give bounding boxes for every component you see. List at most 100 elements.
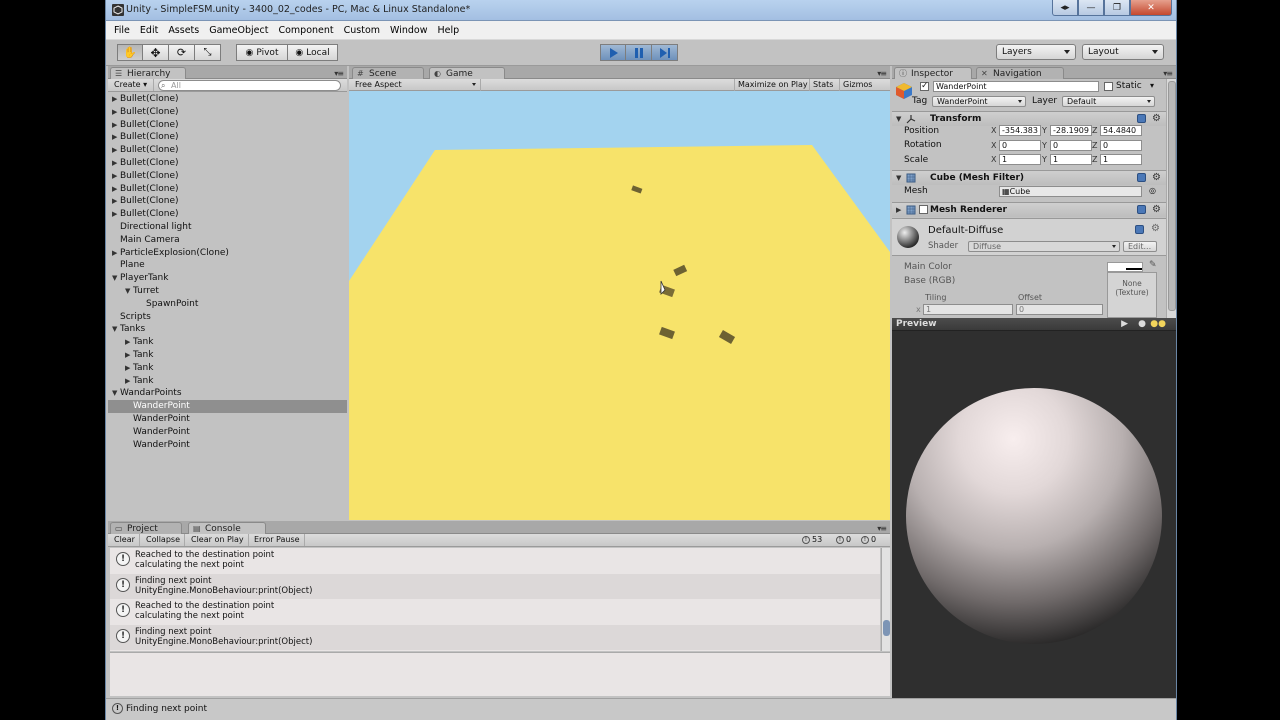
layer-dropdown[interactable]: Default xyxy=(1062,96,1155,107)
inspector-scrollbar[interactable] xyxy=(1166,79,1176,318)
panel-menu-icon[interactable]: ▾≡ xyxy=(334,69,344,78)
hierarchy-item[interactable]: ▶ Bullet(Clone) xyxy=(108,106,347,119)
x-axis-label[interactable]: X xyxy=(991,155,996,164)
object-picker-icon[interactable]: ◎ xyxy=(1149,186,1156,195)
expanded-arrow-icon[interactable]: ▼ xyxy=(112,272,120,285)
mesh-renderer-header[interactable]: ▶ Mesh Renderer ⚙ xyxy=(892,202,1166,217)
panel-menu-icon[interactable]: ▾≡ xyxy=(877,69,887,78)
console-log-entry[interactable]: ! Finding next point UnityEngine.MonoBehav… xyxy=(110,624,880,650)
pause-button[interactable] xyxy=(626,44,652,61)
local-button[interactable]: ◉ Local xyxy=(288,44,338,61)
shader-edit-button[interactable]: Edit... xyxy=(1123,241,1157,252)
close-button[interactable]: ✕ xyxy=(1130,0,1172,16)
static-checkbox[interactable] xyxy=(1104,82,1113,91)
step-button[interactable] xyxy=(652,44,678,61)
hierarchy-item[interactable]: ▶ Bullet(Clone) xyxy=(108,195,347,208)
hierarchy-item[interactable]: ▼ PlayerTank xyxy=(108,272,347,285)
x-axis-label[interactable]: X xyxy=(991,141,996,150)
active-checkbox[interactable] xyxy=(920,81,929,91)
hierarchy-item[interactable]: ▶ Tank xyxy=(108,375,347,388)
help-icon[interactable] xyxy=(1135,225,1144,234)
game-viewport[interactable] xyxy=(349,91,890,520)
scrollbar-thumb[interactable] xyxy=(1168,81,1176,311)
tab-inspector[interactable]: ⓘ Inspector xyxy=(894,67,972,79)
console-scrollbar[interactable] xyxy=(881,548,890,651)
gear-icon[interactable]: ⚙ xyxy=(1152,172,1161,183)
hierarchy-item[interactable]: ▶ Bullet(Clone) xyxy=(108,93,347,106)
console-log-entry[interactable]: ! Reached to the destination point calcula… xyxy=(110,548,880,574)
panel-menu-icon[interactable]: ▾≡ xyxy=(1163,69,1173,78)
hierarchy-item[interactable]: ▶ Tank xyxy=(108,336,347,349)
collapsed-arrow-icon[interactable]: ▶ xyxy=(112,195,120,208)
console-log-entry[interactable]: ! Reached to the destination point calcula… xyxy=(110,599,880,625)
collapsed-arrow-icon[interactable]: ▶ xyxy=(112,131,120,144)
object-name-field[interactable]: WanderPoint xyxy=(933,81,1099,92)
play-button[interactable] xyxy=(600,44,626,61)
gear-icon[interactable]: ⚙ xyxy=(1152,204,1161,215)
preview-mesh-icon[interactable]: ● xyxy=(1138,319,1146,329)
hierarchy-item[interactable]: WanderPoint xyxy=(108,413,347,426)
scale-y-field[interactable]: 1 xyxy=(1050,154,1092,165)
rotation-x-field[interactable]: 0 xyxy=(999,140,1041,151)
aspect-dropdown[interactable]: Free Aspect xyxy=(349,79,481,91)
tab-hierarchy[interactable]: ☰ Hierarchy xyxy=(110,67,186,79)
tiling-x-field[interactable]: 1 xyxy=(923,304,1013,315)
hierarchy-item[interactable]: Scripts xyxy=(108,311,347,324)
hierarchy-item[interactable]: ▼ WandarPoints xyxy=(108,387,347,400)
menu-component[interactable]: Component xyxy=(278,25,333,36)
tab-game[interactable]: ◐ Game xyxy=(429,67,505,79)
hierarchy-item[interactable]: Directional light xyxy=(108,221,347,234)
mesh-filter-header[interactable]: ▼ Cube (Mesh Filter) ⚙ xyxy=(892,170,1166,185)
texture-slot[interactable]: None (Texture) xyxy=(1107,272,1157,318)
menu-custom[interactable]: Custom xyxy=(344,25,380,36)
hierarchy-item[interactable]: ▶ Bullet(Clone) xyxy=(108,183,347,196)
x-axis-label[interactable]: X xyxy=(991,126,996,135)
window-switch-button[interactable]: ◂▸ xyxy=(1052,0,1078,16)
menu-file[interactable]: File xyxy=(114,25,130,36)
offset-x-field[interactable]: 0 xyxy=(1016,304,1103,315)
hierarchy-item[interactable]: ▶ Bullet(Clone) xyxy=(108,157,347,170)
hierarchy-item[interactable]: ▶ Tank xyxy=(108,349,347,362)
help-icon[interactable] xyxy=(1137,173,1146,182)
hierarchy-item[interactable]: ▼ Tanks xyxy=(108,323,347,336)
rotation-y-field[interactable]: 0 xyxy=(1050,140,1092,151)
hierarchy-item[interactable]: ▶ Tank xyxy=(108,362,347,375)
collapsed-arrow-icon[interactable]: ▶ xyxy=(125,362,133,375)
shader-dropdown[interactable]: Diffuse xyxy=(968,241,1120,252)
collapse-button[interactable]: Collapse xyxy=(142,534,185,546)
collapsed-arrow-icon[interactable]: ▶ xyxy=(112,93,120,106)
z-axis-label[interactable]: Z xyxy=(1092,155,1097,164)
tag-dropdown[interactable]: WanderPoint xyxy=(932,96,1026,107)
gear-icon[interactable]: ⚙ xyxy=(1152,113,1161,124)
rotation-z-field[interactable]: 0 xyxy=(1100,140,1142,151)
error-count-toggle[interactable]: ! 0 xyxy=(861,535,876,545)
gear-icon[interactable]: ⚙ xyxy=(1151,223,1160,234)
transform-header[interactable]: ▼ Transform ⚙ xyxy=(892,111,1166,126)
expanded-arrow-icon[interactable]: ▼ xyxy=(125,285,133,298)
menu-assets[interactable]: Assets xyxy=(168,25,199,36)
collapsed-arrow-icon[interactable]: ▶ xyxy=(112,119,120,132)
pivot-button[interactable]: ◉ Pivot xyxy=(236,44,288,61)
layout-dropdown[interactable]: Layout xyxy=(1082,44,1164,60)
warning-count-toggle[interactable]: ! 0 xyxy=(836,535,851,545)
scale-tool-button[interactable]: ⤡ xyxy=(195,44,221,61)
collapsed-arrow-icon[interactable]: ▶ xyxy=(112,144,120,157)
mesh-renderer-enabled-checkbox[interactable] xyxy=(919,205,928,214)
tab-project[interactable]: ▭ Project xyxy=(110,522,182,534)
mesh-object-field[interactable]: ▦Cube xyxy=(999,186,1142,197)
clear-on-play-toggle[interactable]: Clear on Play xyxy=(187,534,249,546)
maximize-button[interactable]: ❐ xyxy=(1104,0,1130,16)
position-y-field[interactable]: -28.1909 xyxy=(1050,125,1092,136)
rotate-tool-button[interactable]: ⟳ xyxy=(169,44,195,61)
gizmos-dropdown[interactable]: Gizmos xyxy=(839,79,875,91)
y-axis-label[interactable]: Y xyxy=(1042,155,1047,164)
hand-tool-button[interactable]: ✋ xyxy=(117,44,143,61)
status-bar[interactable]: ! Finding next point xyxy=(106,698,1176,720)
tab-navigation[interactable]: ✕ Navigation xyxy=(976,67,1064,79)
scale-x-field[interactable]: 1 xyxy=(999,154,1041,165)
clear-button[interactable]: Clear xyxy=(110,534,140,546)
move-tool-button[interactable]: ✥ xyxy=(143,44,169,61)
collapsed-arrow-icon[interactable]: ▶ xyxy=(112,247,120,260)
menu-gameobject[interactable]: GameObject xyxy=(209,25,268,36)
hierarchy-item[interactable]: ▶ Bullet(Clone) xyxy=(108,170,347,183)
